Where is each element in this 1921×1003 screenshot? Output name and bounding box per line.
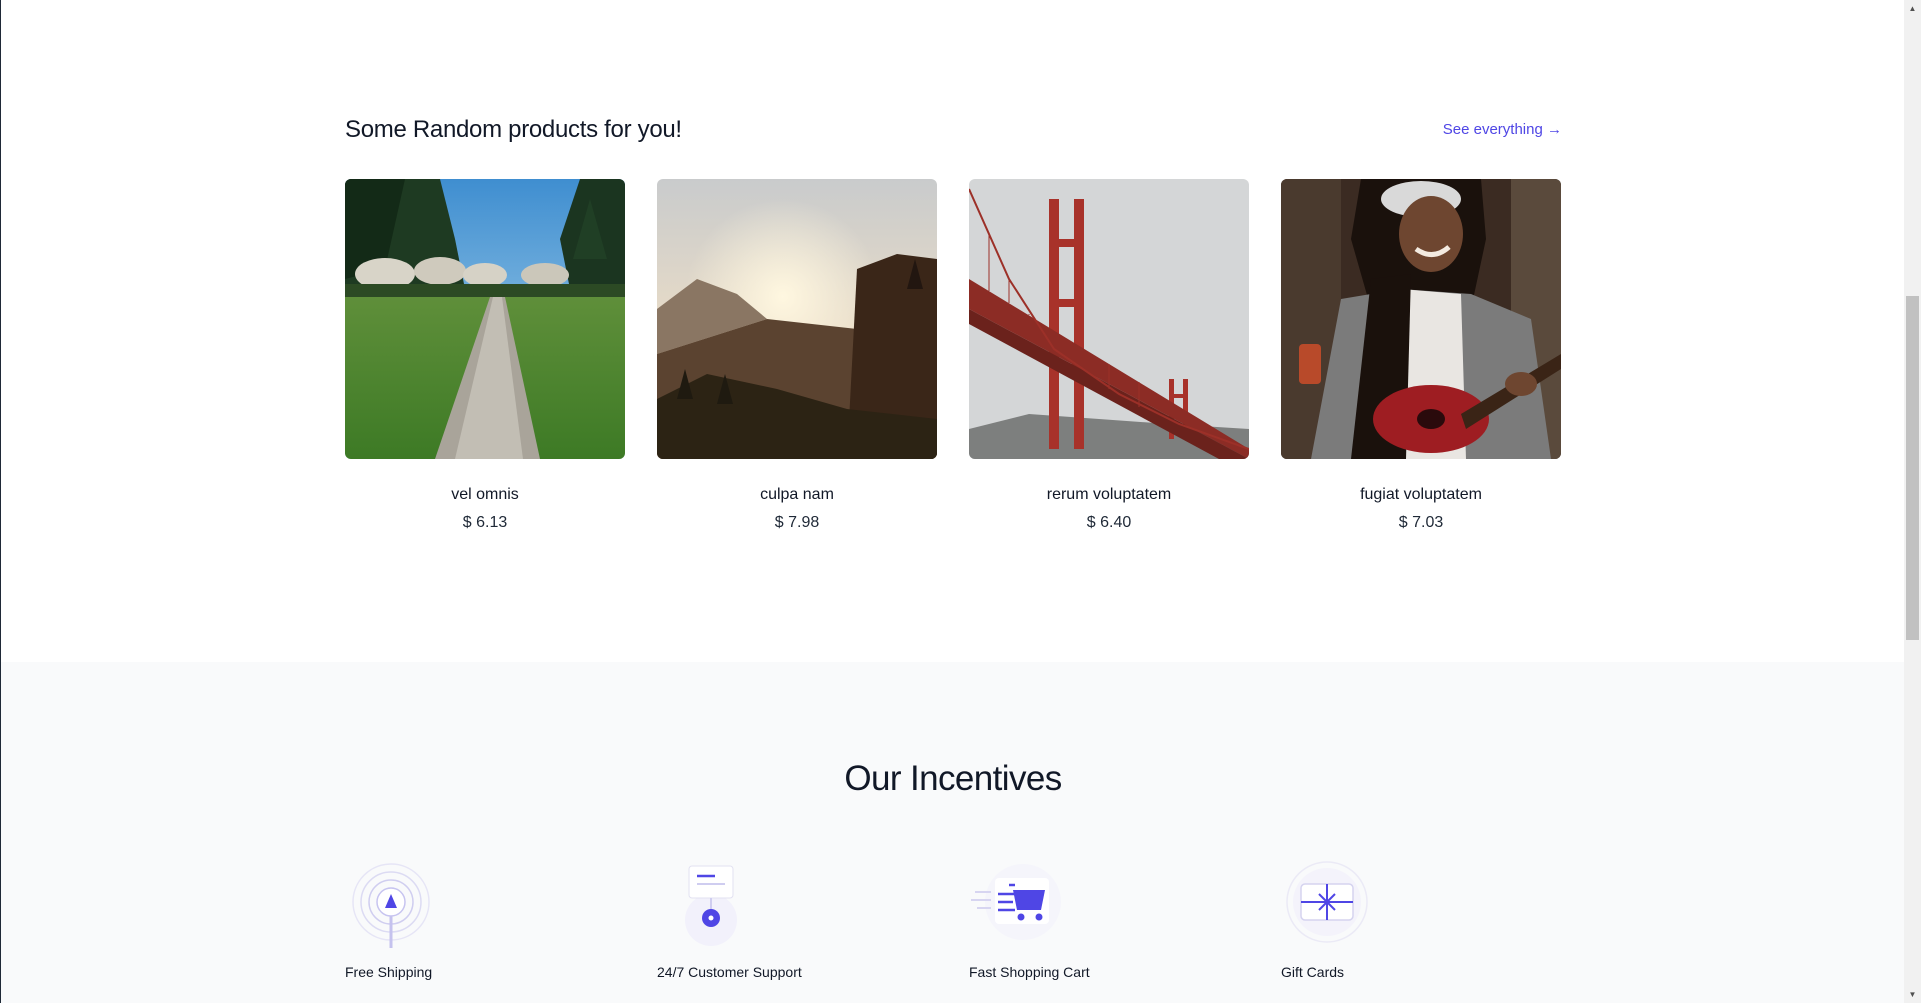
random-products-section: Some Random products for you! See everyt… [1,0,1904,662]
incentive-item: 24/7 Customer Support [657,852,937,980]
incentives-section: Our Incentives Free Shipping 24/7 Custom… [1,662,1904,1003]
forest-path-photo [345,179,625,459]
product-price: $ 7.03 [1398,514,1444,531]
section-title: Some Random products for you! [345,116,682,143]
mountain-sunset-photo [657,179,937,459]
product-image[interactable] [969,179,1249,459]
incentive-item: Free Shipping [345,852,625,980]
product-image[interactable] [657,179,937,459]
see-everything-link[interactable]: See everything → [1443,121,1562,138]
vertical-scrollbar[interactable]: ▲ ▼ [1904,0,1921,1003]
incentives-title: Our Incentives [844,759,1062,798]
incentive-name: Free Shipping [345,964,433,980]
product-name[interactable]: vel omnis [345,486,625,504]
scrollbar-thumb[interactable] [1906,296,1919,640]
product-grid: vel omnis $ 6.13 culpa nam $ 7.98 rerum … [345,179,1561,532]
product-card[interactable]: rerum voluptatem $ 6.40 [969,179,1249,532]
product-card[interactable]: fugiat voluptatem $ 7.03 [1281,179,1561,532]
scroll-down-arrow-icon[interactable]: ▼ [1904,986,1921,1003]
incentives-grid: Free Shipping 24/7 Customer Support Fast… [345,852,1561,980]
product-price: $ 7.98 [774,514,820,531]
golden-gate-bridge-photo [969,179,1249,459]
shopping-cart-icon [965,852,1065,952]
support-chat-icon [653,852,753,952]
incentive-item: Fast Shopping Cart [969,852,1249,980]
shipping-arrow-icon [341,852,441,952]
incentive-name: Gift Cards [1281,964,1345,980]
product-price: $ 6.40 [1086,514,1132,531]
product-name[interactable]: rerum voluptatem [969,486,1249,504]
gift-card-icon [1277,852,1377,952]
woman-guitar-photo [1281,179,1561,459]
product-card[interactable]: vel omnis $ 6.13 [345,179,625,532]
product-name[interactable]: fugiat voluptatem [1281,486,1561,504]
product-image[interactable] [1281,179,1561,459]
scroll-up-arrow-icon[interactable]: ▲ [1904,0,1921,17]
page: Some Random products for you! See everyt… [0,0,1904,1003]
product-name[interactable]: culpa nam [657,486,937,504]
incentive-name: 24/7 Customer Support [657,964,802,980]
product-card[interactable]: culpa nam $ 7.98 [657,179,937,532]
product-image[interactable] [345,179,625,459]
incentive-name: Fast Shopping Cart [969,964,1090,980]
product-price: $ 6.13 [462,514,508,531]
incentive-item: Gift Cards [1281,852,1561,980]
